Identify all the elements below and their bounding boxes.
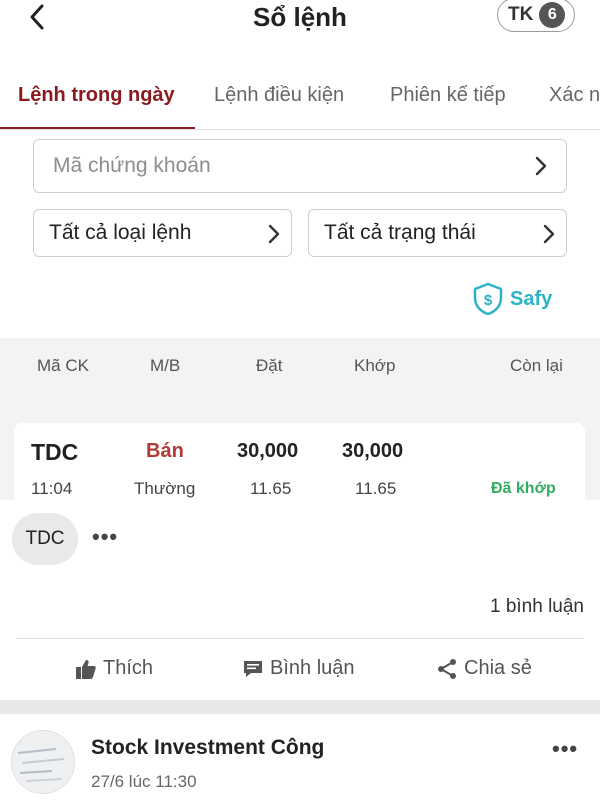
tab-next-session[interactable]: Phiên kế tiếp [390,84,506,107]
avatar[interactable] [11,730,75,794]
share-button[interactable]: Chia sẻ [436,657,532,680]
tab-conditional-orders[interactable]: Lệnh điều kiện [214,84,344,107]
thumbs-up-icon [76,659,96,679]
order-matched-qty: 30,000 [342,440,404,462]
shield-dollar-icon: $ [473,282,503,316]
symbol-search-input[interactable]: Mã chứng khoán [33,139,567,193]
order-type-value: Tất cả loại lệnh [49,221,192,244]
order-status-select[interactable]: Tất cả trạng thái [308,209,567,257]
feed-separator [0,700,600,714]
tab-confirm[interactable]: Xác n [549,84,600,107]
active-tab-indicator [0,127,195,129]
post-author-name[interactable]: Stock Investment Công [91,736,324,760]
order-status-value: Tất cả trạng thái [324,221,476,244]
chevron-right-icon [268,224,280,244]
column-header-matched: Khớp [354,356,396,375]
column-header-placed: Đặt [256,356,283,375]
search-placeholder: Mã chứng khoán [53,154,211,177]
comment-icon [244,660,262,677]
share-icon [438,658,456,679]
table-row[interactable]: TDC Bán 30,000 30,000 11:04 Thường 11.65… [14,423,585,500]
order-placed-price: 11.65 [250,479,292,498]
column-header-remaining: Còn lại [510,356,563,375]
chevron-right-icon [543,224,555,244]
order-tabs: Lệnh trong ngày Lệnh điều kiện Phiên kế … [0,72,600,130]
order-time: 11:04 [31,479,73,498]
column-header-side: M/B [150,356,181,375]
chevron-right-icon [535,156,547,176]
more-options-icon[interactable]: ••• [92,524,118,550]
post-timestamp[interactable]: 27/6 lúc 11:30 [91,772,197,792]
order-status-badge: Đã khớp [491,480,556,497]
order-type-select[interactable]: Tất cả loại lệnh [33,209,292,257]
order-placed-qty: 30,000 [237,440,299,462]
comment-button[interactable]: Bình luận [242,657,355,680]
post-more-options-icon[interactable]: ••• [552,736,578,762]
like-button[interactable]: Thích [75,657,153,680]
order-symbol: TDC [31,439,79,465]
svg-text:$: $ [484,292,493,309]
account-switch-button[interactable]: TK 6 [497,0,575,32]
comment-count-link[interactable]: 1 bình luận [490,596,584,618]
account-count-badge: 6 [539,2,566,28]
order-side: Bán [146,440,184,462]
post-tag-chip[interactable]: TDC [12,513,78,565]
like-label: Thích [103,657,154,679]
avatar-image-icon [12,731,74,793]
comment-label: Bình luận [270,657,355,679]
divider [16,638,584,639]
order-matched-price: 11.65 [355,479,397,498]
tab-today-orders[interactable]: Lệnh trong ngày [18,84,175,107]
safy-button[interactable]: $ Safy [472,282,552,316]
safy-label: Safy [510,287,553,310]
account-label: TK [508,4,534,25]
order-type: Thường [134,479,196,498]
app-header: Sổ lệnh TK 6 [0,0,600,60]
share-label: Chia sẻ [464,657,532,679]
column-header-symbol: Mã CK [37,356,89,375]
